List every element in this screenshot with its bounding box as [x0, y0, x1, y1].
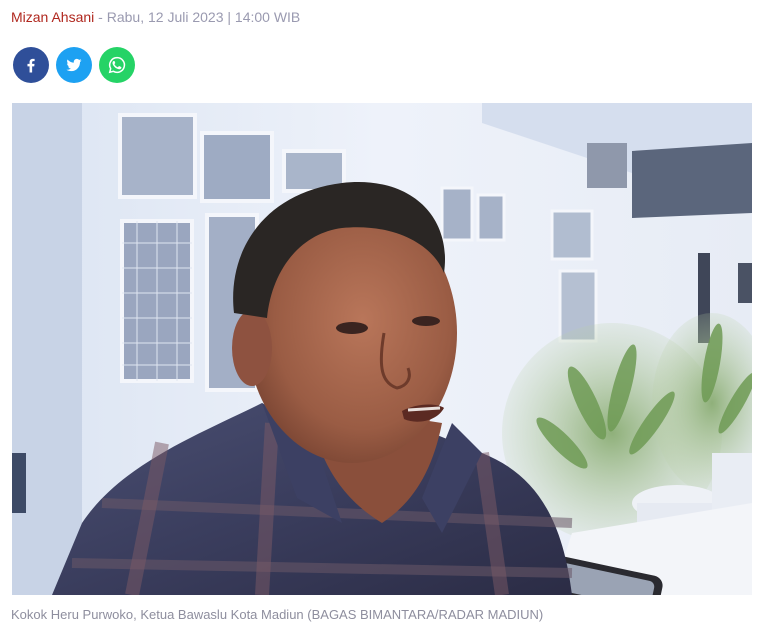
twitter-icon: [66, 58, 82, 72]
share-buttons: [13, 47, 135, 83]
author-link[interactable]: Mizan Ahsani: [11, 9, 94, 25]
article-byline: Mizan Ahsani - Rabu, 12 Juli 2023 | 14:0…: [11, 8, 300, 26]
photo-caption: Kokok Heru Purwoko, Ketua Bawaslu Kota M…: [11, 607, 544, 622]
byline-separator: -: [98, 9, 103, 25]
facebook-share-button[interactable]: [13, 47, 49, 83]
whatsapp-icon: [108, 56, 126, 74]
facebook-icon: [27, 58, 35, 73]
portrait-photo-illustration: [12, 103, 752, 595]
twitter-share-button[interactable]: [56, 47, 92, 83]
whatsapp-share-button[interactable]: [99, 47, 135, 83]
article-photo: [12, 103, 752, 595]
publish-datetime: Rabu, 12 Juli 2023 | 14:00 WIB: [106, 9, 301, 25]
